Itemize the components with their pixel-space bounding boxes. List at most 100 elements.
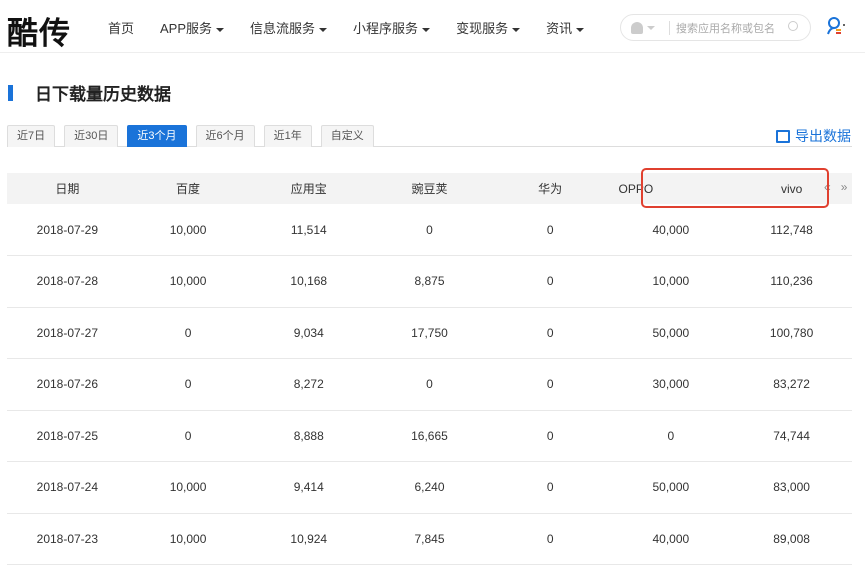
chevron-down-icon xyxy=(576,27,585,32)
table-cell: 83,000 xyxy=(731,461,852,514)
table-cell: 9,034 xyxy=(248,307,370,359)
table-cell: 40,000 xyxy=(610,513,732,565)
nav-item[interactable]: 变现服务 xyxy=(456,18,521,37)
search-input[interactable]: 搜索应用名称或包名 xyxy=(676,20,775,36)
table-cell: 2018-07-26 xyxy=(7,358,128,411)
table-cell: 10,168 xyxy=(248,255,370,308)
column-header[interactable]: 豌豆荚 xyxy=(369,173,490,204)
page-title-text: 日下载量历史数据 xyxy=(35,85,171,104)
export-data-button[interactable]: 导出数据 xyxy=(776,126,851,146)
table-row: 2018-07-25 0 8,888 16,665 0 0 74,744 xyxy=(7,410,852,462)
next-columns-button[interactable]: » xyxy=(841,180,848,194)
table-cell: 0 xyxy=(127,307,249,359)
tab-range[interactable]: 近1年 xyxy=(263,125,312,147)
tab-range[interactable]: 近30日 xyxy=(64,125,119,147)
table-cell: 2018-07-24 xyxy=(7,461,128,514)
table-cell: 112,748 xyxy=(731,204,852,256)
table-cell: 110,236 xyxy=(731,255,852,308)
table-row: 2018-07-27 0 9,034 17,750 0 50,000 100,780 xyxy=(7,307,852,359)
table-cell: 6,240 xyxy=(369,461,490,514)
tab-range[interactable]: 自定义 xyxy=(320,125,374,147)
nav-item[interactable]: APP服务 xyxy=(160,18,225,37)
title-accent-bar xyxy=(8,84,13,101)
nav-item-label: 资讯 xyxy=(546,21,573,36)
chevron-down-icon xyxy=(422,27,431,32)
table-cell: 10,924 xyxy=(248,513,370,565)
table-cell: 0 xyxy=(489,513,611,565)
nav-item[interactable]: 信息流服务 xyxy=(250,18,328,37)
table-cell: 11,514 xyxy=(248,204,370,256)
table-cell: 0 xyxy=(610,410,732,462)
table-cell: 40,000 xyxy=(610,204,732,256)
nav-item-label: 首页 xyxy=(108,21,135,36)
page-title: 日下载量历史数据 xyxy=(8,80,171,105)
table-row: 2018-07-24 10,000 9,414 6,240 0 50,000 83,000 xyxy=(7,461,852,514)
table-cell: 89,008 xyxy=(731,513,852,565)
search-box[interactable]: 搜索应用名称或包名 xyxy=(620,14,811,41)
table-cell: 0 xyxy=(489,410,611,462)
export-icon xyxy=(776,129,790,143)
table-cell: 8,875 xyxy=(369,255,490,308)
table-cell: 10,000 xyxy=(127,255,249,308)
user-icon[interactable] xyxy=(826,16,846,36)
table-row: 2018-07-23 10,000 10,924 7,845 0 40,000 89,008 xyxy=(7,513,852,565)
table-cell: 10,000 xyxy=(127,204,249,256)
top-header: 酷传 首页 APP服务 信息流服务 小程序服务 变现服务 资讯 搜索应用名称或包名 xyxy=(0,0,865,53)
table-cell: 0 xyxy=(489,255,611,308)
nav-item[interactable]: 首页 xyxy=(108,18,134,37)
table-cell: 0 xyxy=(489,204,611,256)
column-header[interactable]: 日期 xyxy=(7,173,128,204)
logo[interactable]: 酷传 xyxy=(7,8,71,53)
tab-range[interactable]: 近6个月 xyxy=(195,125,255,147)
table-cell: 50,000 xyxy=(610,461,732,514)
chevron-down-icon xyxy=(319,27,328,32)
table-cell: 0 xyxy=(369,204,490,256)
time-range-tabs: 近7日 近30日 近3个月 近6个月 近1年 自定义 xyxy=(7,125,852,147)
tab-range[interactable]: 近3个月 xyxy=(127,125,187,147)
main-nav: 首页 APP服务 信息流服务 小程序服务 变现服务 资讯 xyxy=(108,18,610,37)
column-header[interactable]: 华为 xyxy=(489,173,611,204)
table-cell: 0 xyxy=(489,358,611,411)
chevron-down-icon xyxy=(512,27,521,32)
nav-item-label: 小程序服务 xyxy=(353,21,419,36)
table-cell: 100,780 xyxy=(731,307,852,359)
column-header[interactable]: 应用宝 xyxy=(248,173,370,204)
chevron-down-icon xyxy=(216,27,225,32)
table-cell: 2018-07-23 xyxy=(7,513,128,565)
nav-item-label: 变现服务 xyxy=(456,21,509,36)
table-cell: 0 xyxy=(127,358,249,411)
table-cell: 9,414 xyxy=(248,461,370,514)
tab-range[interactable]: 近7日 xyxy=(7,125,56,147)
table-cell: 2018-07-29 xyxy=(7,204,128,256)
table-row: 2018-07-28 10,000 10,168 8,875 0 10,000 110,23… xyxy=(7,255,852,308)
search-icon[interactable] xyxy=(788,21,798,31)
table-cell: 10,000 xyxy=(127,461,249,514)
column-header[interactable]: 百度 xyxy=(127,173,249,204)
nav-item[interactable]: 小程序服务 xyxy=(353,18,431,37)
table-cell: 2018-07-28 xyxy=(7,255,128,308)
divider xyxy=(669,20,670,35)
table-row: 2018-07-26 0 8,272 0 0 30,000 83,272 xyxy=(7,358,852,411)
table-cell: 10,000 xyxy=(127,513,249,565)
table-cell: 10,000 xyxy=(610,255,732,308)
table-cell: 0 xyxy=(489,461,611,514)
android-platform-icon[interactable] xyxy=(631,21,643,34)
table-cell: 30,000 xyxy=(610,358,732,411)
table-cell: 16,665 xyxy=(369,410,490,462)
table-cell: 0 xyxy=(127,410,249,462)
nav-item[interactable]: 资讯 xyxy=(546,18,585,37)
download-history-table: 日期 百度 应用宝 豌豆荚 华为 OPPO vivo 2018-07-29 10,000 11,… xyxy=(7,173,852,565)
table-row: 2018-07-29 10,000 11,514 0 0 40,000 112,748 xyxy=(7,204,852,256)
table-cell: 0 xyxy=(369,358,490,411)
table-cell: 83,272 xyxy=(731,358,852,411)
table-cell: 2018-07-25 xyxy=(7,410,128,462)
table-cell: 0 xyxy=(489,307,611,359)
table-cell: 7,845 xyxy=(369,513,490,565)
export-label: 导出数据 xyxy=(795,128,851,144)
nav-item-label: APP服务 xyxy=(160,21,213,36)
table-cell: 8,272 xyxy=(248,358,370,411)
highlight-box xyxy=(641,168,829,208)
table-cell: 50,000 xyxy=(610,307,732,359)
chevron-down-icon[interactable] xyxy=(647,25,655,30)
table-cell: 2018-07-27 xyxy=(7,307,128,359)
